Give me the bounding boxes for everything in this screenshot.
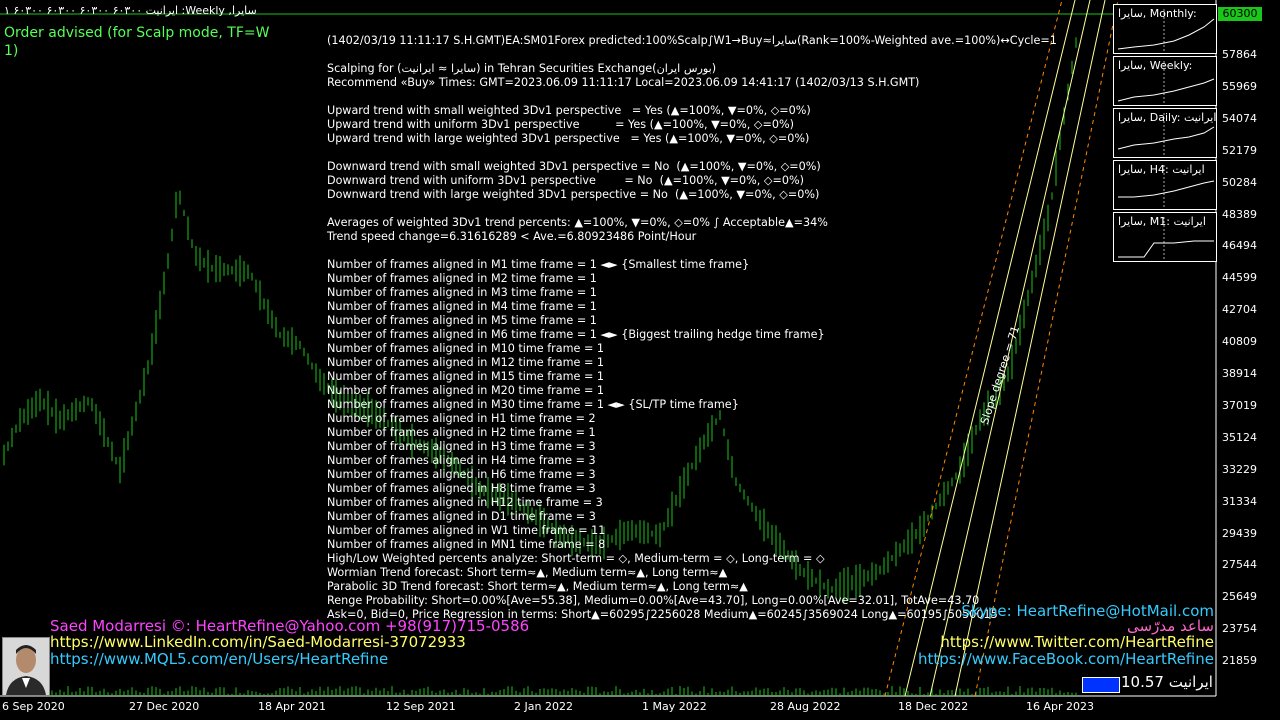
current-price-label: 60300 — [1218, 7, 1262, 21]
mini-chart[interactable]: سایرا, Daily: ایرانیت — [1113, 108, 1217, 158]
info-line: Number of frames aligned in H6 time fram… — [327, 468, 596, 481]
price-tick-label: 44599 — [1222, 271, 1257, 285]
price-tick-label: 31334 — [1222, 494, 1257, 508]
time-tick-label: 16 Apr 2023 — [1026, 700, 1095, 713]
info-line: Number of frames aligned in H1 time fram… — [327, 412, 596, 425]
price-tick-label: 48389 — [1222, 207, 1257, 221]
info-line: Number of frames aligned in M15 time fra… — [327, 370, 605, 383]
price-tick-label: 52179 — [1222, 143, 1257, 157]
info-line: Number of frames aligned in M1 time fram… — [327, 258, 750, 271]
price-tick-label: 42704 — [1222, 303, 1257, 317]
order-advice-line2: 1) — [4, 43, 19, 59]
info-line: High/Low Weighted percents analyze: Shor… — [327, 552, 825, 565]
price-tick-label: 33229 — [1222, 462, 1257, 476]
time-tick-label: 27 Dec 2020 — [129, 700, 200, 713]
info-line: Number of frames aligned in W1 time fram… — [327, 524, 606, 537]
info-line: Averages of weighted 3Dv1 trend percents… — [327, 216, 828, 229]
author-avatar — [2, 637, 50, 696]
price-tick-label: 27544 — [1222, 558, 1257, 572]
info-line: (1402/03/19 11:11:17 S.H.GMT)EA:SM01Fore… — [327, 34, 1057, 47]
time-tick-label: 18 Apr 2021 — [258, 700, 327, 713]
mql5-link[interactable]: https://www.MQL5.com/en/Users/HeartRefin… — [50, 650, 388, 668]
price-tick-label: 21859 — [1222, 654, 1257, 668]
price-tick-label: 25649 — [1222, 590, 1257, 604]
info-line: Upward trend with uniform 3Dv1 perspecti… — [327, 118, 794, 131]
info-line — [327, 244, 1057, 258]
price-tick-label: 54074 — [1222, 111, 1257, 125]
info-line: Downward trend with small weighted 3Dv1 … — [327, 160, 821, 173]
info-line: Number of frames aligned in MN1 time fra… — [327, 538, 606, 551]
info-line: Number of frames aligned in M10 time fra… — [327, 342, 605, 355]
info-line: Number of frames aligned in M12 time fra… — [327, 356, 605, 369]
info-line: Number of frames aligned in M3 time fram… — [327, 286, 597, 299]
info-line: Upward trend with small weighted 3Dv1 pe… — [327, 104, 811, 117]
mini-chart[interactable]: سایرا, Weekly: — [1113, 56, 1217, 106]
twitter-link[interactable]: https://www.Twitter.com/HeartRefine — [940, 633, 1214, 651]
info-line: Number of frames aligned in M20 time fra… — [327, 384, 605, 397]
ticker-symbol: ایرانیت — [1168, 673, 1213, 691]
time-tick-label: 1 May 2022 — [642, 700, 707, 713]
info-line: Number of frames aligned in M6 time fram… — [327, 328, 825, 341]
price-tick-label: 35124 — [1222, 430, 1257, 444]
info-line: Number of frames aligned in H2 time fram… — [327, 426, 596, 439]
ticker-readout: 10.57 ایرانیت — [1121, 673, 1213, 691]
mini-chart[interactable]: سایرا, H4: ایرانیت — [1113, 160, 1217, 210]
mini-chart-title: سایرا, Weekly: — [1118, 59, 1193, 72]
linkedin-link[interactable]: https://www.LinkedIn.com/in/Saed-Modarre… — [50, 633, 466, 651]
price-tick-label: 29439 — [1222, 526, 1257, 540]
info-line — [327, 48, 1057, 62]
price-tick-label: 37019 — [1222, 398, 1257, 412]
info-line: Number of frames aligned in D1 time fram… — [327, 510, 596, 523]
mini-chart[interactable]: سایرا, M1: ایرانیت — [1113, 212, 1217, 262]
time-tick-label: 12 Sep 2021 — [386, 700, 456, 713]
info-line: Number of frames aligned in H8 time fram… — [327, 482, 596, 495]
mini-chart-title: سایرا, H4: ایرانیت — [1118, 163, 1205, 176]
info-line: Number of frames aligned in M5 time fram… — [327, 314, 597, 327]
info-line: Number of frames aligned in H12 time fra… — [327, 496, 603, 509]
info-line — [327, 146, 1057, 160]
info-line — [327, 90, 1057, 104]
ticker-badge — [1082, 677, 1120, 693]
analysis-panel: (1402/03/19 11:11:17 S.H.GMT)EA:SM01Fore… — [327, 34, 1057, 622]
info-line — [327, 202, 1057, 216]
facebook-link[interactable]: https://www.FaceBook.com/HeartRefine — [918, 650, 1214, 668]
price-tick-label: 57864 — [1222, 48, 1257, 61]
price-tick-label: 55969 — [1222, 79, 1257, 93]
time-tick-label: 6 Sep 2020 — [2, 700, 65, 713]
info-line: Downward trend with uniform 3Dv1 perspec… — [327, 174, 805, 187]
info-line: Recommend «Buy» Times: GMT=2023.06.09 11… — [327, 76, 920, 89]
mini-chart[interactable]: سایرا, Monthly: — [1113, 4, 1217, 54]
price-tick-label: 50284 — [1222, 175, 1257, 189]
info-line: Number of frames aligned in M2 time fram… — [327, 272, 597, 285]
info-line: Trend speed change=6.31616289 < Ave.=6.8… — [327, 230, 697, 243]
mini-chart-title: سایرا, Monthly: — [1118, 7, 1197, 20]
info-line: Number of frames aligned in H3 time fram… — [327, 440, 596, 453]
time-tick-label: 18 Dec 2022 — [898, 700, 969, 713]
ticker-value: 10.57 — [1121, 673, 1164, 691]
info-line: Wormian Trend forecast: Short term≈▲, Me… — [327, 566, 728, 579]
time-tick-label: 28 Aug 2022 — [770, 700, 841, 713]
info-line: Upward trend with large weighted 3Dv1 pe… — [327, 132, 810, 145]
price-tick-label: 38914 — [1222, 367, 1257, 380]
info-line: Number of frames aligned in H4 time fram… — [327, 454, 596, 467]
info-line: Number of frames aligned in M30 time fra… — [327, 398, 739, 411]
price-tick-label: 23754 — [1222, 622, 1257, 636]
chart-title: ایرانیت ۶۰۳۰۰ ۶۰۳۰۰ ۶۰۳۰۰ ۶۰۳۰۰ ۱ :Weekl… — [4, 4, 257, 17]
time-tick-label: 2 Jan 2022 — [514, 700, 573, 713]
mini-chart-title: سایرا, Daily: ایرانیت — [1118, 111, 1217, 124]
price-tick-label: 46494 — [1222, 239, 1257, 253]
order-advice-line1: Order advised (for Scalp mode, TF=W — [4, 25, 270, 41]
info-line: Scalping for (سایرا ≈ ایرانیت) in Tehran… — [327, 62, 717, 75]
info-line: Downward trend with large weighted 3Dv1 … — [327, 188, 820, 201]
info-line: Parabolic 3D Trend forecast: Short term≈… — [327, 580, 748, 593]
price-tick-label: 40809 — [1222, 335, 1257, 349]
info-line: Renge Probability: Short=0.00%[Ave=55.38… — [327, 594, 980, 607]
info-line: Number of frames aligned in M4 time fram… — [327, 300, 597, 313]
order-advice: Order advised (for Scalp mode, TF=W 1) — [4, 24, 269, 60]
mini-chart-title: سایرا, M1: ایرانیت — [1118, 215, 1206, 228]
